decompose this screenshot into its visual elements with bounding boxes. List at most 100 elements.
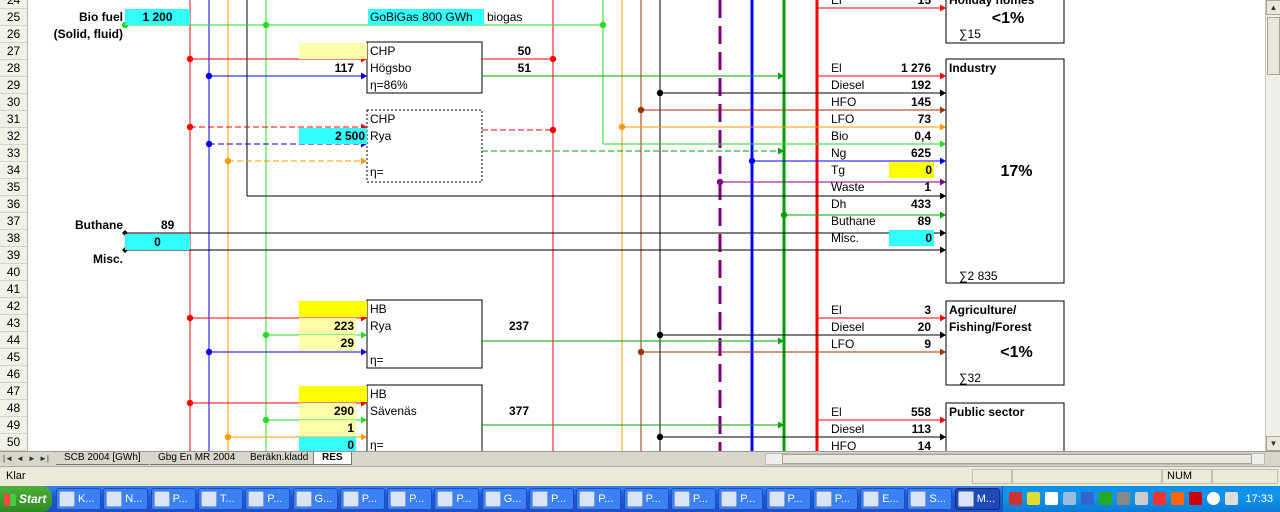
industry-items-value[interactable]: 89	[888, 213, 933, 229]
tray-icon-3[interactable]	[1045, 492, 1058, 505]
bio-fuel-value[interactable]: 1 200	[125, 9, 190, 25]
vertical-scrollbar[interactable]: ▲ ▼	[1265, 0, 1280, 451]
taskbar-item[interactable]: P...	[339, 488, 385, 510]
buthane-zero-value[interactable]: 0	[125, 234, 190, 250]
row-header-28[interactable]: 28	[0, 60, 27, 77]
taskbar-item[interactable]: P...	[670, 488, 716, 510]
buthane-value[interactable]: 89	[161, 217, 174, 233]
industry-items-value[interactable]: 433	[888, 196, 933, 212]
industry-items-value[interactable]: 1	[888, 179, 933, 195]
gobigas-label[interactable]: GoBiGas 800 GWh	[368, 9, 484, 25]
sheet-tab-scb[interactable]: SCB 2004 [GWh]	[56, 452, 149, 465]
taskbar-item[interactable]: P...	[245, 488, 291, 510]
row-header-36[interactable]: 36	[0, 196, 27, 213]
tray-icon-6[interactable]	[1099, 492, 1112, 505]
row-header-34[interactable]: 34	[0, 162, 27, 179]
next-sheet-icon[interactable]: ►	[26, 453, 38, 465]
row-header-50[interactable]: 50	[0, 434, 27, 451]
tray-icon-10[interactable]	[1171, 492, 1184, 505]
hb1-input-2[interactable]: 29	[299, 335, 356, 351]
scroll-down-icon[interactable]: ▼	[1266, 436, 1280, 451]
taskbar-item[interactable]: G...	[292, 488, 338, 510]
row-header-44[interactable]: 44	[0, 332, 27, 349]
taskbar-item[interactable]: P...	[576, 488, 622, 510]
horizontal-scroll-thumb[interactable]	[782, 454, 1252, 464]
taskbar-item[interactable]: M...	[954, 488, 1000, 510]
row-header-33[interactable]: 33	[0, 145, 27, 162]
row-header-29[interactable]: 29	[0, 77, 27, 94]
horizontal-scrollbar[interactable]	[765, 453, 1265, 465]
public-items-value[interactable]: 113	[888, 421, 933, 437]
row-header-35[interactable]: 35	[0, 179, 27, 196]
industry-items-value[interactable]: 73	[888, 111, 933, 127]
row-header-25[interactable]: 25	[0, 9, 27, 26]
tray-icon-5[interactable]	[1081, 492, 1094, 505]
first-sheet-icon[interactable]: |◄	[2, 453, 14, 465]
taskbar-item[interactable]: P...	[623, 488, 669, 510]
row-header-45[interactable]: 45	[0, 349, 27, 366]
row-header-43[interactable]: 43	[0, 315, 27, 332]
tray-icon-13[interactable]	[1225, 492, 1238, 505]
row-header-26[interactable]: 26	[0, 26, 27, 43]
tray-icon-7[interactable]	[1117, 492, 1130, 505]
chp1-output-1[interactable]: 50	[483, 43, 531, 59]
taskbar-item[interactable]: P...	[434, 488, 480, 510]
taskbar-item[interactable]: P...	[812, 488, 858, 510]
taskbar-item[interactable]: T...	[197, 488, 243, 510]
industry-items-value[interactable]: 0,4	[888, 128, 933, 144]
row-header-31[interactable]: 31	[0, 111, 27, 128]
taskbar-item[interactable]: S...	[907, 488, 953, 510]
taskbar-item[interactable]: K...	[56, 488, 101, 510]
hb2-input-2[interactable]: 1	[299, 420, 356, 436]
row-header-30[interactable]: 30	[0, 94, 27, 111]
tray-icon-4[interactable]	[1063, 492, 1076, 505]
clock[interactable]: 17:33	[1245, 486, 1273, 512]
taskbar-item[interactable]: P...	[150, 488, 196, 510]
tray-icon-1[interactable]	[1009, 492, 1022, 505]
hb2-input-3[interactable]: 0	[299, 437, 356, 451]
hb2-output[interactable]: 377	[509, 403, 529, 419]
industry-items-value[interactable]: 0	[889, 230, 934, 246]
prev-sheet-icon[interactable]: ◄	[14, 453, 26, 465]
row-header-27[interactable]: 27	[0, 43, 27, 60]
row-header-41[interactable]: 41	[0, 281, 27, 298]
hb1-input-1[interactable]: 223	[299, 318, 356, 334]
row-header-46[interactable]: 46	[0, 366, 27, 383]
industry-items-value[interactable]: 0	[889, 162, 934, 178]
row-header-48[interactable]: 48	[0, 400, 27, 417]
vertical-scroll-thumb[interactable]	[1267, 17, 1280, 75]
start-button[interactable]: Start	[0, 486, 52, 512]
public-items-value[interactable]: 558	[888, 404, 933, 420]
taskbar-item[interactable]: P...	[387, 488, 433, 510]
taskbar-item[interactable]: E...	[860, 488, 906, 510]
holiday-el-value[interactable]: 15	[888, 0, 931, 8]
scroll-up-icon[interactable]: ▲	[1266, 0, 1280, 15]
hb2-input-1[interactable]: 290	[299, 403, 356, 419]
tray-icon-2[interactable]	[1027, 492, 1040, 505]
agri-items-value[interactable]: 20	[888, 319, 933, 335]
spreadsheet-grid[interactable]: Bio fuel (Solid, fluid) 1 200 GoBiGas 80…	[28, 0, 1265, 451]
chp1-input[interactable]: 117	[299, 60, 354, 76]
tray-icon-11[interactable]	[1189, 492, 1202, 505]
tray-icon-9[interactable]	[1153, 492, 1166, 505]
row-header-42[interactable]: 42	[0, 298, 27, 315]
tray-icon-8[interactable]	[1135, 492, 1148, 505]
taskbar-item[interactable]: N...	[103, 488, 149, 510]
tray-icon-12[interactable]	[1207, 492, 1220, 505]
row-header-24[interactable]: 24	[0, 0, 27, 9]
sheet-tab-berakn[interactable]: Beräkn.kladd	[242, 452, 317, 465]
chp2-input[interactable]: 2 500	[299, 128, 367, 144]
last-sheet-icon[interactable]: ►|	[38, 453, 50, 465]
row-header-47[interactable]: 47	[0, 383, 27, 400]
industry-items-value[interactable]: 625	[888, 145, 933, 161]
taskbar-item[interactable]: P...	[529, 488, 574, 510]
sheet-tab-res[interactable]: RES	[313, 452, 352, 465]
taskbar-item[interactable]: G...	[481, 488, 527, 510]
industry-items-value[interactable]: 1 276	[888, 60, 933, 76]
taskbar-item[interactable]: P...	[718, 488, 764, 510]
agri-items-value[interactable]: 9	[888, 336, 933, 352]
industry-items-value[interactable]: 145	[888, 94, 933, 110]
sheet-tab-gbg[interactable]: Gbg En MR 2004	[150, 452, 244, 465]
row-header-40[interactable]: 40	[0, 264, 27, 281]
row-header-49[interactable]: 49	[0, 417, 27, 434]
